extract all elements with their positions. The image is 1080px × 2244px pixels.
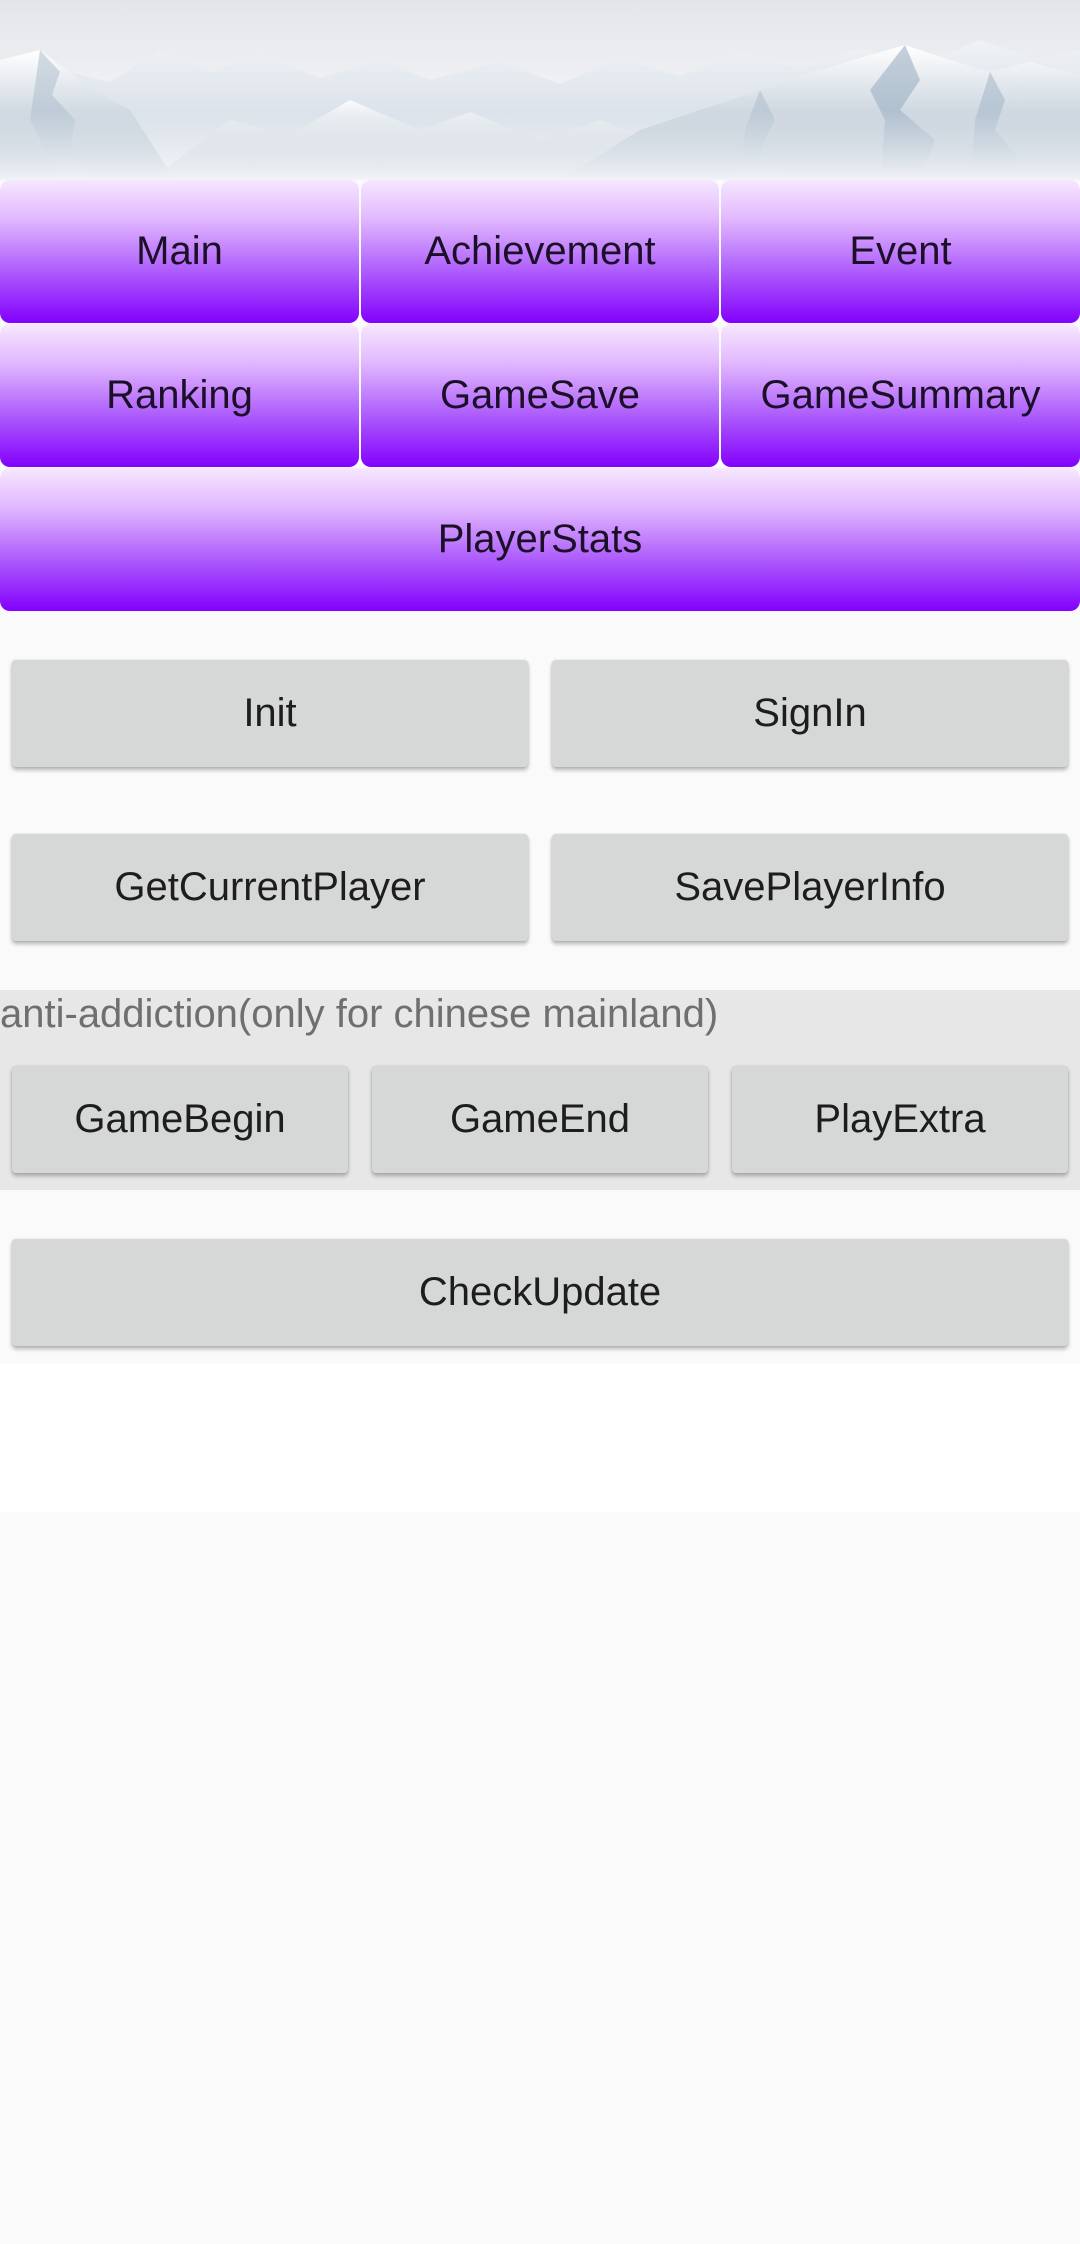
check-update-button[interactable]: CheckUpdate bbox=[12, 1239, 1068, 1346]
header-banner-image bbox=[0, 0, 1080, 180]
tab-gamesave[interactable]: GameSave bbox=[361, 324, 719, 467]
tab-achievement[interactable]: Achievement bbox=[361, 180, 719, 323]
tab-ranking[interactable]: Ranking bbox=[0, 324, 359, 467]
empty-content-area bbox=[0, 1364, 1080, 1512]
anti-addiction-label: anti-addiction(only for chinese mainland… bbox=[0, 992, 719, 1036]
app-screen: Main Achievement Event Ranking GameSave … bbox=[0, 0, 1080, 2244]
save-player-info-button[interactable]: SavePlayerInfo bbox=[552, 834, 1068, 941]
tab-gamesummary[interactable]: GameSummary bbox=[721, 324, 1080, 467]
tab-main[interactable]: Main bbox=[0, 180, 359, 323]
game-begin-button[interactable]: GameBegin bbox=[12, 1066, 348, 1173]
get-current-player-button[interactable]: GetCurrentPlayer bbox=[12, 834, 528, 941]
tab-playerstats[interactable]: PlayerStats bbox=[0, 468, 1080, 611]
mountain-illustration bbox=[0, 40, 1080, 180]
init-button[interactable]: Init bbox=[12, 660, 528, 767]
tab-event[interactable]: Event bbox=[721, 180, 1080, 323]
play-extra-button[interactable]: PlayExtra bbox=[732, 1066, 1068, 1173]
sign-in-button[interactable]: SignIn bbox=[552, 660, 1068, 767]
game-end-button[interactable]: GameEnd bbox=[372, 1066, 708, 1173]
